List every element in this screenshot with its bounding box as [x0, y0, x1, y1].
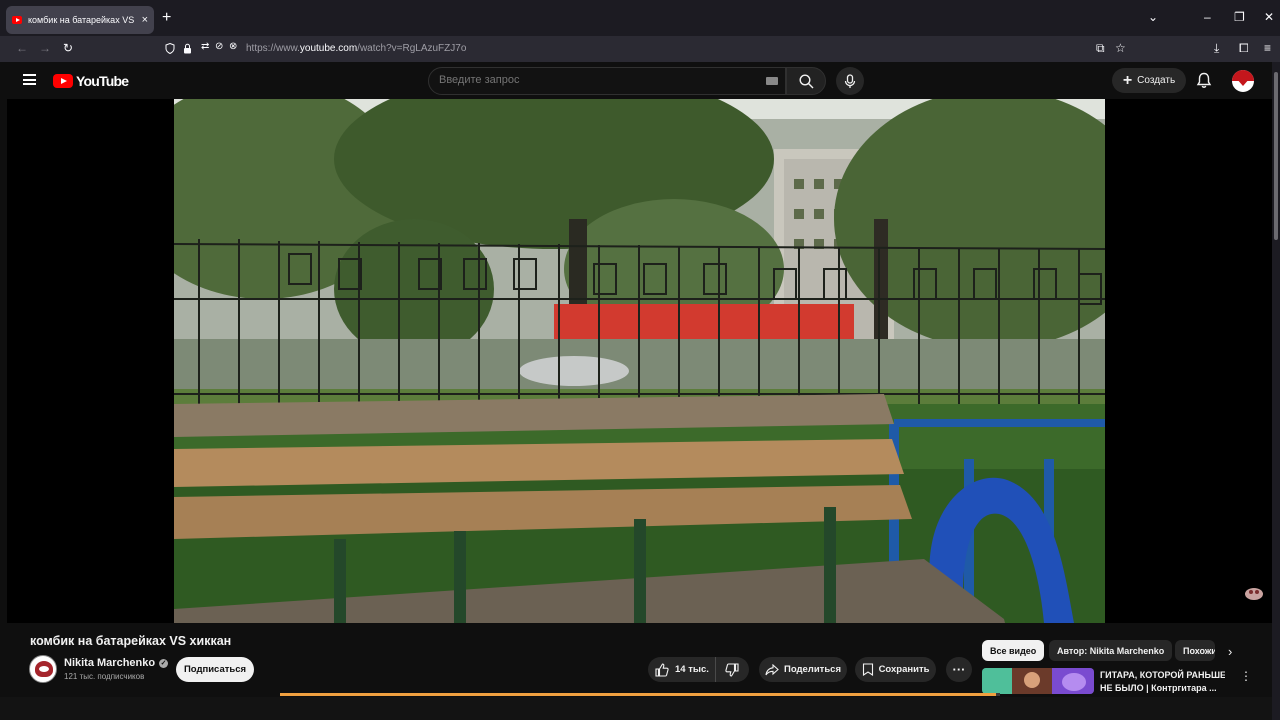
like-icon — [655, 662, 669, 677]
voice-search-button[interactable] — [836, 67, 864, 95]
browser-tab[interactable]: комбик на батарейках VS хикк × — [6, 6, 154, 34]
bookmark-star-icon[interactable]: ☆ — [1115, 41, 1126, 55]
chevron-right-icon[interactable]: › — [1228, 645, 1232, 658]
progress-fill — [280, 693, 996, 696]
permissions-icon[interactable]: ⇄ — [201, 41, 209, 52]
share-label: Поделиться — [783, 664, 841, 675]
browser-tabstrip: комбик на батарейках VS хикк × + ⌄ – ❐ ✕ — [0, 0, 1280, 36]
search-button[interactable] — [786, 67, 826, 95]
dislike-icon — [725, 662, 739, 677]
restore-icon[interactable]: ❐ — [1234, 11, 1245, 23]
account-avatar[interactable] — [1232, 70, 1254, 92]
picture-in-picture-icon[interactable]: ⧉ — [1096, 41, 1105, 55]
back-icon[interactable]: ← — [16, 41, 28, 55]
bottom-strip — [0, 697, 1272, 720]
url-prefix: https://www. — [246, 43, 300, 54]
channel-avatar[interactable] — [29, 655, 57, 683]
url-path: /watch?v=RgLAzuFZJ7o — [357, 43, 467, 54]
camera-blocked-icon[interactable]: ⊘ — [215, 41, 223, 52]
dislike-button[interactable] — [716, 657, 748, 682]
create-label: Создать — [1137, 75, 1176, 86]
downloads-icon[interactable]: ⤓ — [1214, 41, 1219, 55]
chip-author[interactable]: Автор: Nikita Marchenko — [1049, 640, 1173, 661]
search-box[interactable] — [428, 67, 786, 95]
chip-similar[interactable]: Похожие — [1175, 640, 1215, 661]
verified-icon: ✓ — [159, 658, 169, 668]
bell-icon[interactable] — [1196, 72, 1212, 89]
mic-icon — [844, 73, 856, 88]
save-label: Сохранить — [878, 664, 930, 675]
recommendation-menu-icon[interactable]: ⋮ — [1240, 670, 1252, 682]
tab-close-icon[interactable]: × — [142, 14, 148, 26]
minimize-icon[interactable]: – — [1204, 11, 1211, 23]
subscriber-count: 121 тыс. подписчиков — [64, 672, 145, 681]
url-domain: youtube.com — [299, 43, 358, 54]
video-scene-image — [174, 99, 1105, 623]
browser-navbar: ← → ↻ ⇄ ⊘ ⊗ https://www.youtube.com/watc… — [0, 36, 1280, 62]
keyboard-icon[interactable] — [766, 77, 778, 85]
floating-sticker-icon[interactable] — [1242, 584, 1266, 602]
recommended-video-thumbnail[interactable] — [982, 668, 1094, 694]
like-dislike-group: 14 тыс. — [648, 657, 749, 682]
channel-name-row[interactable]: Nikita Marchenko ✓ — [64, 657, 169, 669]
share-button[interactable]: Поделиться — [759, 657, 847, 682]
share-icon — [765, 663, 779, 675]
save-button[interactable]: Сохранить — [855, 657, 936, 682]
more-actions-button[interactable]: ··· — [946, 657, 972, 682]
youtube-favicon-icon — [12, 16, 22, 24]
create-button[interactable]: + Создать — [1112, 68, 1186, 93]
rec-title-line1: ГИТАРА, КОТОРОЙ РАНЬШЕ — [1100, 670, 1225, 680]
close-window-icon[interactable]: ✕ — [1264, 11, 1274, 23]
video-title: комбик на батарейках VS хиккан — [30, 634, 232, 648]
url-text: https://www.youtube.com/watch?v=RgLAzuFZ… — [246, 43, 466, 54]
video-frame[interactable] — [174, 99, 1105, 623]
channel-name[interactable]: Nikita Marchenko — [64, 657, 155, 669]
extensions-icon[interactable]: ⧠ — [1239, 41, 1249, 55]
search-icon — [798, 73, 813, 88]
lock-icon[interactable] — [183, 43, 192, 54]
like-count: 14 тыс. — [675, 664, 709, 675]
tab-title: комбик на батарейках VS хикк — [28, 15, 136, 25]
thumbnail-image — [982, 668, 1094, 694]
save-icon — [862, 663, 873, 676]
like-button[interactable]: 14 тыс. — [648, 657, 716, 682]
autoplay-blocked-icon[interactable]: ⊗ — [229, 41, 237, 52]
new-tab-button[interactable]: + — [162, 10, 171, 26]
youtube-logo-text: YouTube — [76, 73, 129, 89]
tab-list-icon[interactable]: ⌄ — [1148, 11, 1158, 23]
search-input[interactable] — [439, 74, 759, 86]
plus-icon: + — [1122, 71, 1133, 89]
guide-menu-icon[interactable] — [23, 74, 36, 85]
forward-icon[interactable]: → — [39, 41, 51, 55]
app-menu-icon[interactable]: ≡ — [1264, 41, 1271, 55]
chip-all-videos[interactable]: Все видео — [982, 640, 1045, 661]
subscribe-button[interactable]: Подписаться — [176, 657, 254, 682]
page-scrollbar-thumb[interactable] — [1274, 72, 1278, 240]
shield-icon[interactable] — [165, 43, 175, 54]
youtube-logo-icon — [53, 74, 73, 88]
reload-icon[interactable]: ↻ — [63, 41, 73, 55]
youtube-logo[interactable]: YouTube — [53, 73, 129, 89]
url-bar[interactable]: ⇄ ⊘ ⊗ https://www.youtube.com/watch?v=Rg… — [160, 38, 1135, 60]
